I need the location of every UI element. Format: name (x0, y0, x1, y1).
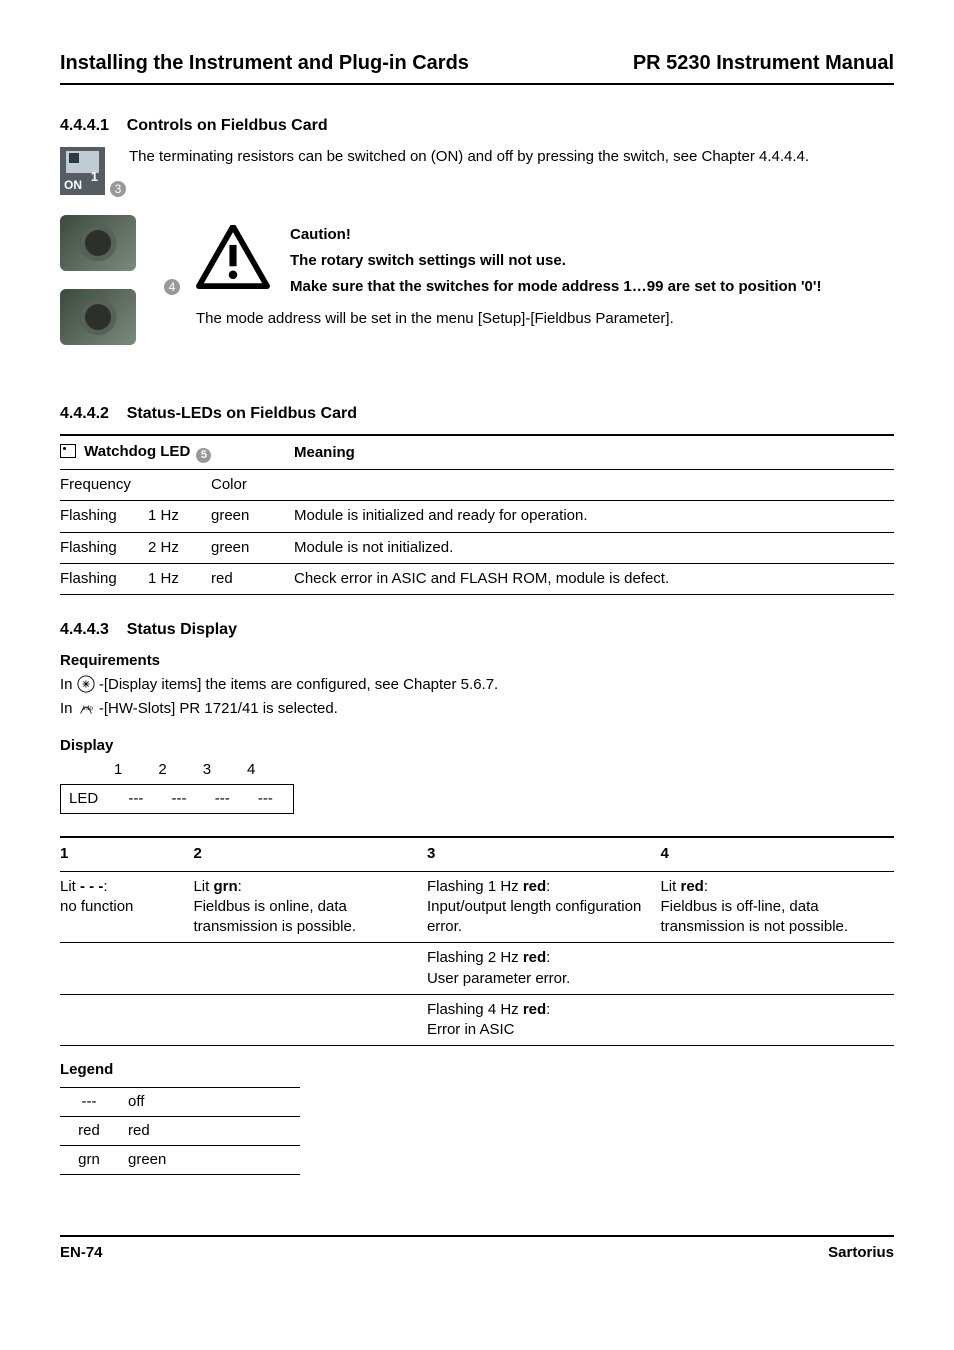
callout-3-icon: 3 (110, 181, 126, 197)
section-4442-title: 4.4.4.2 Status-LEDs on Fieldbus Card (60, 403, 894, 425)
col-2-header: 2 (193, 837, 427, 871)
footer-page-number: EN-74 (60, 1243, 103, 1263)
table-row: red red (60, 1116, 300, 1145)
caution-line1: The rotary switch settings will not use. (290, 251, 894, 271)
led-display-numbers: 1 2 3 4 (60, 760, 273, 782)
watchdog-led-header: Watchdog LED 5 (60, 435, 294, 470)
led-label: LED (69, 790, 112, 807)
callout-5-icon: 5 (196, 448, 211, 463)
header-right: PR 5230 Instrument Manual (633, 50, 894, 77)
table-row: --- off (60, 1087, 300, 1116)
table-row: grn green (60, 1146, 300, 1175)
table-row: Lit - - -:no function Lit grn:Fieldbus i… (60, 871, 894, 943)
rotary-switch-photo: 4 (60, 215, 136, 345)
meaning-header: Meaning (294, 435, 894, 470)
section-4443-title: 4.4.4.3 Status Display (60, 619, 894, 641)
page-footer: EN-74 Sartorius (60, 1235, 894, 1263)
section-name: Status-LEDs on Fieldbus Card (127, 405, 357, 422)
caution-text: Caution! The rotary switch settings will… (290, 225, 894, 304)
header-left: Installing the Instrument and Plug-in Ca… (60, 50, 469, 77)
section-4441-title: 4.4.4.1 Controls on Fieldbus Card (60, 115, 894, 137)
table-row: Flashing 1 Hz green Module is initialize… (60, 501, 894, 532)
setup-icon (77, 675, 95, 693)
col-1-header: 1 (60, 837, 193, 871)
status-display-table: 1 2 3 4 Lit - - -:no function Lit grn:Fi… (60, 836, 894, 1046)
requirements-line1: In -[Display items] the items are config… (60, 675, 894, 695)
legend-table: --- off red red grn green (60, 1087, 300, 1176)
section-number: 4.4.4.3 (60, 621, 109, 638)
info-icon: Info (77, 699, 95, 717)
rotary-caution-row: 4 Caution! The rotary switch settings wi… (60, 215, 894, 363)
table-row: Flashing 2 Hz green Module is not initia… (60, 532, 894, 563)
requirements-heading: Requirements (60, 651, 894, 671)
requirements-line2: In Info -[HW-Slots] PR 1721/41 is select… (60, 699, 894, 719)
dip-switch-icon: 1 ON 3 (60, 147, 105, 195)
section-name: Status Display (127, 621, 237, 638)
table-row: Flashing 1 Hz red Check error in ASIC an… (60, 563, 894, 594)
caution-line2: Make sure that the switches for mode add… (290, 277, 894, 297)
led-display-box: LED --- --- --- --- (60, 784, 294, 814)
watchdog-led-table: Watchdog LED 5 Meaning Frequency Color F… (60, 434, 894, 595)
section-number: 4.4.4.1 (60, 117, 109, 134)
dip-switch-row: 1 ON 3 The terminating resistors can be … (60, 147, 894, 195)
section-number: 4.4.4.2 (60, 405, 109, 422)
caution-heading: Caution! (290, 225, 894, 245)
svg-text:Info: Info (82, 705, 93, 712)
col-3-header: 3 (427, 837, 661, 871)
section-name: Controls on Fieldbus Card (127, 117, 328, 134)
dip-switch-text: The terminating resistors can be switche… (129, 147, 894, 167)
col-4-header: 4 (660, 837, 894, 871)
table-row: Flashing 2 Hz red:User parameter error. (60, 943, 894, 995)
frequency-subheader: Frequency (60, 470, 211, 501)
color-subheader: Color (211, 470, 294, 501)
led-icon (60, 444, 76, 458)
footer-brand: Sartorius (828, 1243, 894, 1263)
display-heading: Display (60, 736, 894, 756)
page-header: Installing the Instrument and Plug-in Ca… (60, 50, 894, 85)
mode-address-text: The mode address will be set in the menu… (196, 309, 894, 329)
callout-4-icon: 4 (164, 279, 180, 295)
table-row: Flashing 4 Hz red:Error in ASIC (60, 994, 894, 1046)
warning-icon (196, 225, 270, 289)
legend-heading: Legend (60, 1060, 894, 1080)
